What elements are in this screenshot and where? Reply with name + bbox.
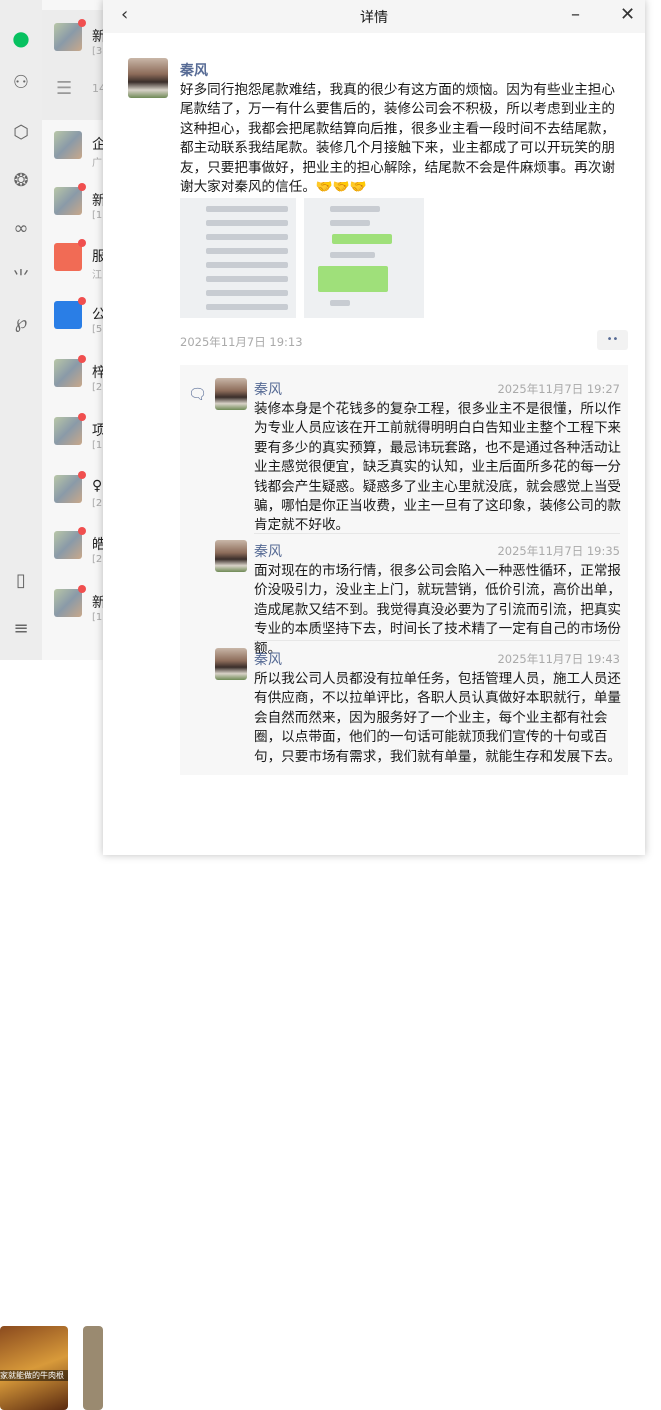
- comment-avatar[interactable]: [215, 648, 247, 680]
- sidebar: ● ⚇ ⬡ ❂ ∞ ⺌ ℘ ▯ ≡: [0, 0, 42, 660]
- chat-list-item[interactable]: 新 [1: [42, 174, 112, 232]
- chat-preview: [3: [92, 46, 103, 57]
- chat-preview: [5: [92, 324, 103, 335]
- search-sparkle-icon[interactable]: ⺌: [0, 264, 42, 290]
- more-actions-button[interactable]: ••: [597, 330, 628, 350]
- comment-avatar[interactable]: [215, 540, 247, 572]
- comment-avatar[interactable]: [215, 378, 247, 410]
- contacts-icon[interactable]: ⚇: [0, 72, 42, 93]
- chat-preview: [1: [92, 210, 103, 221]
- video-thumbnail[interactable]: [83, 1326, 103, 1410]
- chat-avatar: [54, 359, 82, 387]
- chat-avatar: [54, 23, 82, 51]
- chat-preview: [1: [92, 612, 103, 623]
- chat-icon[interactable]: ●: [0, 26, 42, 50]
- unread-badge: [78, 183, 86, 191]
- comments-section: 🗨 秦风 2025年11月7日 19:27 装修本身是个花钱多的复杂工程，很多业…: [180, 365, 628, 775]
- unread-badge: [78, 585, 86, 593]
- chat-avatar: [54, 187, 82, 215]
- post-text: 好多同行抱怨尾款难结，我真的很少有这方面的烦恼。因为有些业主担心尾款结了，万一有…: [180, 82, 615, 196]
- chat-avatar: [54, 417, 82, 445]
- chat-list-item[interactable]: 新 [1: [42, 576, 112, 634]
- list-icon: ☰: [56, 78, 73, 99]
- chat-preview: 江: [92, 270, 102, 281]
- chat-avatar: [54, 243, 82, 271]
- unread-badge: [78, 297, 86, 305]
- comment-author[interactable]: 秦风: [254, 541, 282, 561]
- chat-avatar: [54, 131, 82, 159]
- unread-badge: [78, 471, 86, 479]
- mini-programs-icon[interactable]: ℘: [0, 312, 42, 333]
- background-feed: 家就能做的牛肉根: [0, 660, 103, 1410]
- comment-time: 2025年11月7日 19:35: [497, 544, 620, 558]
- detail-window: ‹ 详情 – ✕ 秦风 好多同行抱怨尾款难结，我真的很少有这方面的烦恼。因为有些…: [103, 0, 645, 855]
- chat-avatar: [54, 531, 82, 559]
- chat-list-item[interactable]: 企广: [42, 118, 112, 176]
- post-image-chat-screenshot[interactable]: [180, 198, 296, 318]
- chat-list-item[interactable]: 新 [3: [42, 10, 112, 68]
- channels-butterfly-icon[interactable]: ∞: [0, 218, 42, 239]
- chat-list-item[interactable]: 皓 [2: [42, 518, 112, 576]
- chat-list-item[interactable]: 服江: [42, 230, 112, 288]
- video-thumbnail[interactable]: [0, 1326, 68, 1410]
- menu-icon[interactable]: ≡: [0, 618, 42, 639]
- minimize-icon[interactable]: –: [571, 4, 580, 25]
- divider: [254, 533, 620, 534]
- favorites-cube-icon[interactable]: ⬡: [0, 122, 42, 143]
- chat-avatar: [54, 301, 82, 329]
- chat-preview: [2: [92, 554, 103, 565]
- author-avatar[interactable]: [128, 58, 168, 98]
- phone-icon[interactable]: ▯: [0, 570, 42, 591]
- post-timestamp: 2025年11月7日 19:13: [180, 335, 303, 349]
- chat-list-item[interactable]: ☰ 14: [42, 62, 112, 120]
- comment-text: 装修本身是个花钱多的复杂工程，很多业主不是很懂，所以作为专业人员应该在开工前就得…: [254, 401, 622, 534]
- chat-preview: [1: [92, 440, 103, 451]
- chat-name: ♀: [92, 478, 103, 494]
- unread-badge: [78, 239, 86, 247]
- unread-badge: [78, 413, 86, 421]
- post-image-chat-screenshot[interactable]: [304, 198, 424, 318]
- comment-time: 2025年11月7日 19:43: [497, 652, 620, 666]
- moments-aperture-icon[interactable]: ❂: [0, 170, 42, 191]
- unread-badge: [78, 19, 86, 27]
- chat-preview: [2: [92, 498, 103, 509]
- unread-badge: [78, 355, 86, 363]
- chat-list: 新 [3 ☰ 14 企广新 [1 服江公 [5 梓 [2 项 [1 ♀ [2 皓 [2 新 [1: [42, 0, 112, 660]
- window-header: ‹ 详情 – ✕: [103, 0, 645, 33]
- chat-avatar: [54, 475, 82, 503]
- chat-list-item[interactable]: 项 [1: [42, 404, 112, 462]
- window-title: 详情: [360, 10, 388, 26]
- chat-list-item[interactable]: ♀ [2: [42, 462, 112, 520]
- chat-list-item[interactable]: 梓 [2: [42, 346, 112, 404]
- divider: [254, 640, 620, 641]
- comment-text: 面对现在的市场行情，很多公司会陷入一种恶性循环，正常报价没吸引力，没业主上门，就…: [254, 563, 622, 657]
- post-author[interactable]: 秦风: [180, 60, 208, 80]
- chat-preview: 广: [92, 158, 102, 169]
- video-caption: 家就能做的牛肉根: [0, 1370, 68, 1381]
- chat-avatar: [54, 589, 82, 617]
- chat-list-item[interactable]: 公 [5: [42, 288, 112, 346]
- chat-preview: [2: [92, 382, 103, 393]
- comment-author[interactable]: 秦风: [254, 649, 282, 669]
- comment-author[interactable]: 秦风: [254, 379, 282, 399]
- comment-icon: 🗨: [188, 385, 208, 403]
- comment-time: 2025年11月7日 19:27: [497, 382, 620, 396]
- comment-text: 所以我公司人员都没有拉单任务，包括管理人员，施工人员还有供应商，不以拉单评比，各…: [254, 671, 622, 765]
- close-icon[interactable]: ✕: [620, 4, 635, 25]
- unread-badge: [78, 527, 86, 535]
